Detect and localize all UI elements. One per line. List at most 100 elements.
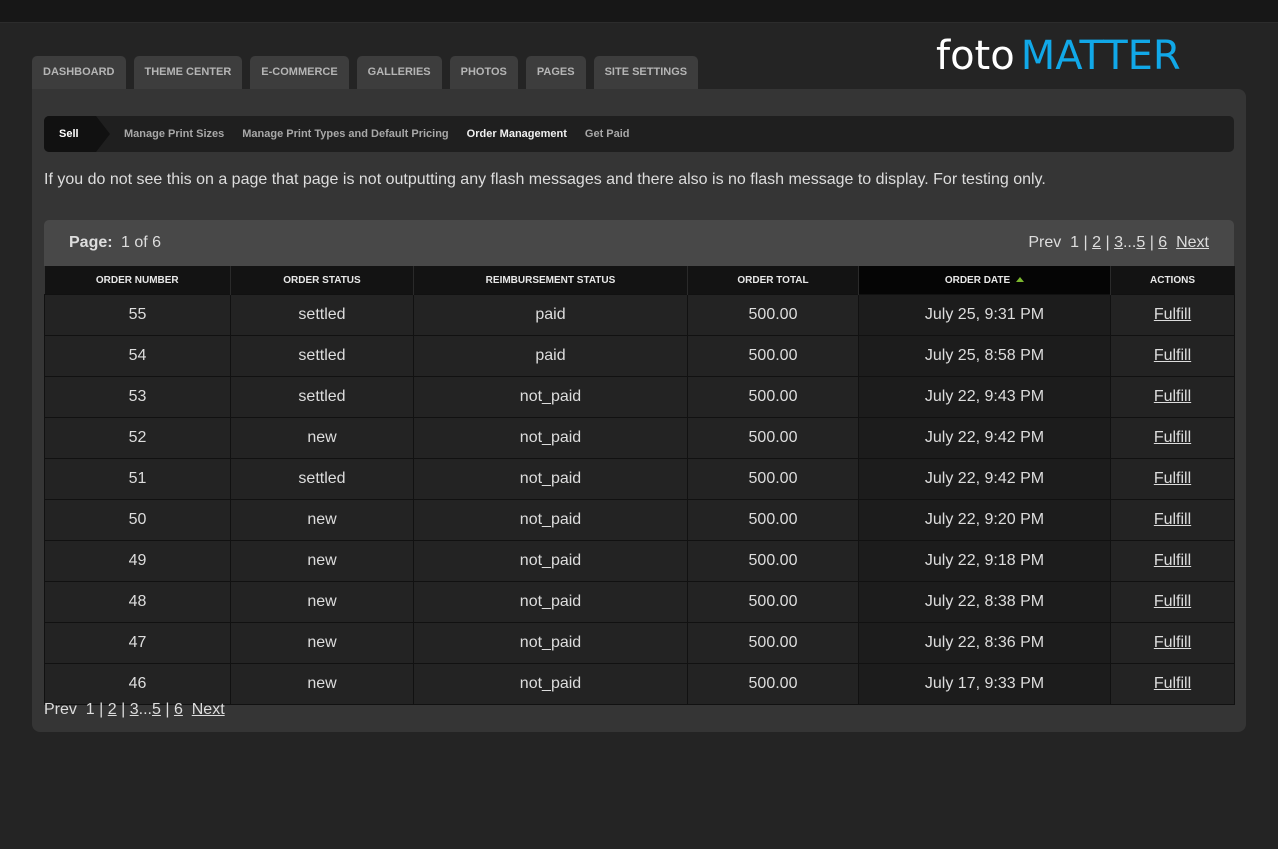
sub-navigation: Sell Manage Print Sizes Manage Print Typ… (44, 116, 1234, 152)
fulfill-link[interactable]: Fulfill (1154, 675, 1191, 692)
subnav-manage-print-sizes[interactable]: Manage Print Sizes (124, 116, 224, 152)
cell-order-date: July 25, 9:31 PM (858, 294, 1111, 336)
cell-order-status: new (230, 417, 414, 459)
header-order-date[interactable]: ORDER DATE (858, 266, 1111, 295)
flash-message: If you do not see this on a page that pa… (44, 171, 1046, 188)
cell-actions: Fulfill (1110, 417, 1235, 459)
pager-link-6[interactable]: 6 (174, 701, 183, 718)
cell-order-total: 500.00 (687, 540, 859, 582)
tab-e-commerce[interactable]: E-COMMERCE (250, 56, 349, 89)
cell-actions: Fulfill (1110, 376, 1235, 418)
cell-order-status: new (230, 540, 414, 582)
pager-link-6[interactable]: 6 (1158, 234, 1167, 251)
tab-photos[interactable]: PHOTOS (449, 56, 518, 89)
table-row: 51 settled not_paid 500.00 July 22, 9:42… (44, 458, 1235, 500)
header-reimbursement-status[interactable]: REIMBURSEMENT STATUS (413, 266, 688, 295)
tab-pages[interactable]: PAGES (525, 56, 586, 89)
cell-actions: Fulfill (1110, 458, 1235, 500)
cell-order-number: 51 (44, 458, 231, 500)
cell-order-date: July 25, 8:58 PM (858, 335, 1111, 377)
subnav-order-management[interactable]: Order Management (467, 116, 567, 152)
cell-reimbursement-status: not_paid (413, 581, 688, 623)
cell-order-total: 500.00 (687, 376, 859, 418)
pager-next[interactable]: Next (1176, 234, 1209, 251)
cell-order-total: 500.00 (687, 581, 859, 623)
cell-reimbursement-status: not_paid (413, 458, 688, 500)
subnav-arrow (96, 116, 110, 152)
cell-order-status: new (230, 622, 414, 664)
table-row: 54 settled paid 500.00 July 25, 8:58 PM … (44, 335, 1235, 377)
cell-order-number: 48 (44, 581, 231, 623)
table-row: 47 new not_paid 500.00 July 22, 8:36 PM … (44, 622, 1235, 664)
cell-order-date: July 22, 8:36 PM (858, 622, 1111, 664)
cell-order-total: 500.00 (687, 335, 859, 377)
header-order-date-label: ORDER DATE (944, 274, 1011, 286)
fulfill-link[interactable]: Fulfill (1154, 306, 1191, 323)
cell-order-status: settled (230, 294, 414, 336)
cell-order-total: 500.00 (687, 622, 859, 664)
fulfill-link[interactable]: Fulfill (1154, 388, 1191, 405)
cell-order-date: July 22, 9:42 PM (858, 458, 1111, 500)
cell-actions: Fulfill (1110, 622, 1235, 664)
header-actions: ACTIONS (1110, 266, 1235, 295)
cell-order-number: 49 (44, 540, 231, 582)
cell-order-status: settled (230, 458, 414, 500)
cell-order-number: 50 (44, 499, 231, 541)
fulfill-link[interactable]: Fulfill (1154, 511, 1191, 528)
pager-link-5[interactable]: 5 (152, 701, 161, 718)
page-indicator: Page: 1 of 6 (69, 234, 161, 252)
header-order-number[interactable]: ORDER NUMBER (44, 266, 231, 295)
cell-order-number: 54 (44, 335, 231, 377)
header-order-status[interactable]: ORDER STATUS (230, 266, 414, 295)
pager-link-3[interactable]: 3 (1114, 234, 1123, 251)
tab-galleries[interactable]: GALLERIES (356, 56, 442, 89)
cell-actions: Fulfill (1110, 540, 1235, 582)
fulfill-link[interactable]: Fulfill (1154, 470, 1191, 487)
cell-actions: Fulfill (1110, 499, 1235, 541)
fulfill-link[interactable]: Fulfill (1154, 552, 1191, 569)
cell-actions: Fulfill (1110, 335, 1235, 377)
cell-order-status: settled (230, 335, 414, 377)
logo[interactable]: foto MATTER (936, 28, 1181, 82)
content-panel: Sell Manage Print Sizes Manage Print Typ… (32, 89, 1246, 732)
subnav-manage-print-types[interactable]: Manage Print Types and Default Pricing (242, 116, 448, 152)
fulfill-link[interactable]: Fulfill (1154, 429, 1191, 446)
tab-dashboard[interactable]: DASHBOARD (32, 56, 126, 89)
cell-reimbursement-status: not_paid (413, 499, 688, 541)
pager-link-5[interactable]: 5 (1136, 234, 1145, 251)
cell-order-total: 500.00 (687, 663, 859, 705)
cell-reimbursement-status: not_paid (413, 540, 688, 582)
tab-theme-center[interactable]: THEME CENTER (133, 56, 243, 89)
cell-order-status: new (230, 581, 414, 623)
pager-current: 1 (85, 701, 95, 718)
pager-link-3[interactable]: 3 (130, 701, 139, 718)
header-order-total[interactable]: ORDER TOTAL (687, 266, 859, 295)
cell-order-date: July 22, 8:38 PM (858, 581, 1111, 623)
cell-order-total: 500.00 (687, 294, 859, 336)
page-label: Page: (69, 234, 113, 251)
fulfill-link[interactable]: Fulfill (1154, 634, 1191, 651)
cell-order-number: 46 (44, 663, 231, 705)
orders-table: ORDER NUMBER ORDER STATUS REIMBURSEMENT … (44, 266, 1235, 705)
table-row: 46 new not_paid 500.00 July 17, 9:33 PM … (44, 663, 1235, 705)
page-value: 1 of 6 (121, 234, 162, 251)
logo-matter: MATTER (1020, 33, 1181, 79)
logo-foto: foto (936, 33, 1015, 79)
subnav-get-paid[interactable]: Get Paid (585, 116, 630, 152)
table-row: 50 new not_paid 500.00 July 22, 9:20 PM … (44, 499, 1235, 541)
cell-actions: Fulfill (1110, 581, 1235, 623)
tab-site-settings[interactable]: SITE SETTINGS (593, 56, 699, 89)
fulfill-link[interactable]: Fulfill (1154, 593, 1191, 610)
pager-link-2[interactable]: 2 (1092, 234, 1101, 251)
pager-separator: | (121, 701, 126, 718)
pager-prev: Prev (1028, 234, 1062, 251)
cell-actions: Fulfill (1110, 294, 1235, 336)
cell-reimbursement-status: not_paid (413, 376, 688, 418)
pager-link-2[interactable]: 2 (108, 701, 117, 718)
subnav-current-sell[interactable]: Sell (44, 116, 96, 152)
cell-order-total: 500.00 (687, 458, 859, 500)
pager-next[interactable]: Next (192, 701, 225, 718)
cell-order-number: 47 (44, 622, 231, 664)
fulfill-link[interactable]: Fulfill (1154, 347, 1191, 364)
cell-order-number: 53 (44, 376, 231, 418)
